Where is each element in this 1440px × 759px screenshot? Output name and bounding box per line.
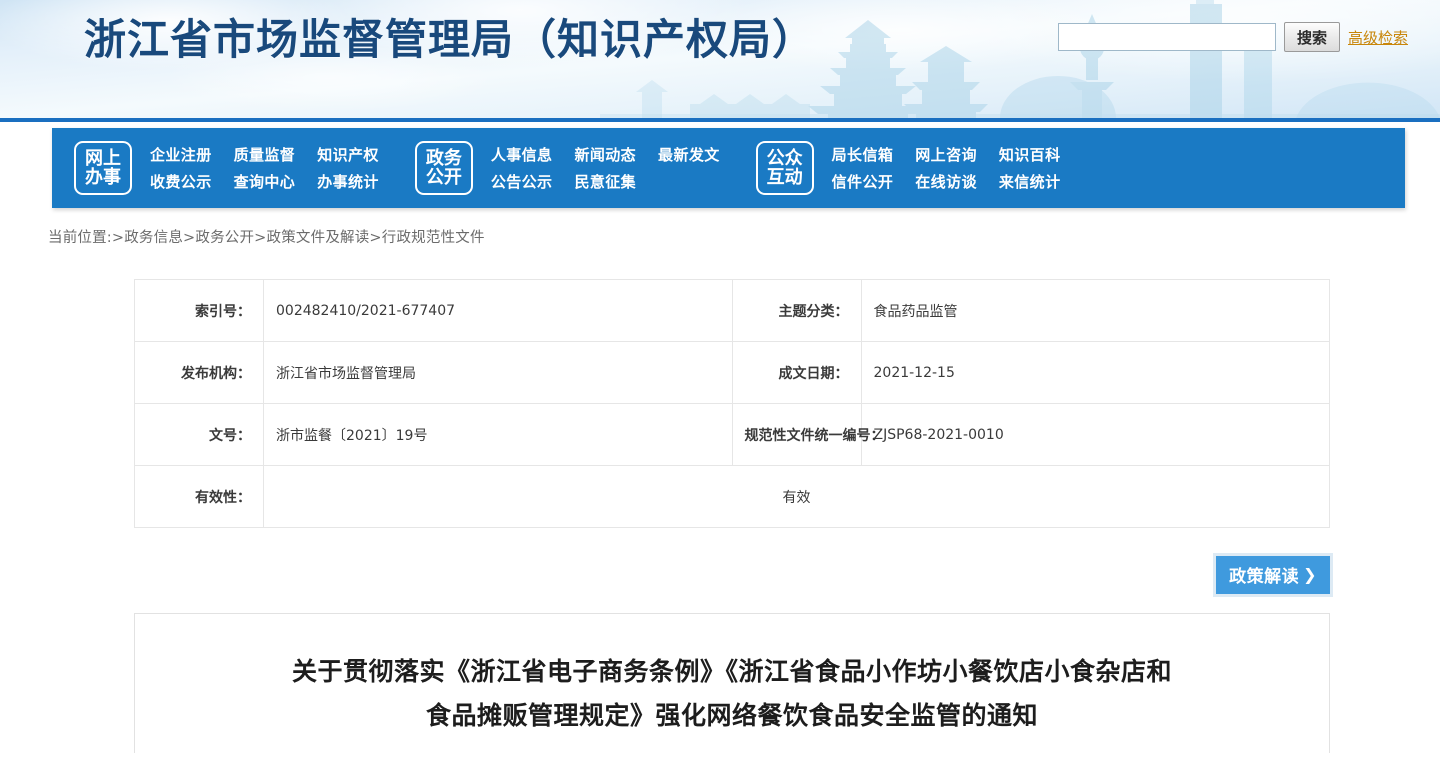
nav-item-director-mailbox[interactable]: 局长信箱 — [832, 144, 894, 165]
page-title: 浙江省市场监督管理局（知识产权局） — [84, 15, 816, 64]
nav-links-online-services: 企业注册 收费公示 质量监督 查询中心 知识产权 办事统计 — [150, 144, 379, 192]
site-banner: 浙江省市场监督管理局（知识产权局） 搜索 高级检索 — [0, 0, 1440, 122]
article-container: 关于贯彻落实《浙江省电子商务条例》《浙江省食品小作坊小餐饮店小食杂店和 食品摊贩… — [134, 613, 1330, 753]
nav-item-query-center[interactable]: 查询中心 — [234, 171, 296, 192]
search-button[interactable]: 搜索 — [1283, 22, 1340, 52]
advanced-search-link[interactable]: 高级检索 — [1348, 27, 1408, 48]
nav-links-public-interaction: 局长信箱 信件公开 网上咨询 在线访谈 知识百科 来信统计 — [832, 144, 1061, 192]
nav-badge-line2: 办事 — [85, 167, 121, 188]
nav-badge-government-affairs[interactable]: 政务 公开 — [414, 141, 473, 195]
table-row: 文号： 浙市监餐〔2021〕19号 规范性文件统一编号： ZJSP68-2021… — [134, 403, 1330, 466]
chevron-right-icon: ❯ — [1303, 565, 1317, 584]
nav-item-personnel-info[interactable]: 人事信息 — [491, 144, 553, 165]
document-metadata-table: 索引号： 002482410/2021-677407 主题分类： 食品药品监管 … — [134, 279, 1330, 528]
table-row: 发布机构： 浙江省市场监督管理局 成文日期： 2021-12-15 — [134, 341, 1330, 404]
main-navigation-wrapper: 网上 办事 企业注册 收费公示 质量监督 查询中心 知识产权 办事统计 政务 公… — [0, 122, 1440, 218]
nav-badge-line1: 网上 — [85, 147, 121, 169]
meta-value-issuing-agency: 浙江省市场监督管理局 — [263, 341, 733, 404]
nav-item-intellectual-property[interactable]: 知识产权 — [317, 144, 379, 165]
nav-badge-line2: 公开 — [425, 167, 462, 188]
nav-item-online-consultation[interactable]: 网上咨询 — [915, 144, 977, 165]
article-title-line-2: 食品摊贩管理规定》强化网络餐饮食品安全监管的通知 — [425, 700, 1038, 730]
meta-value-index-number: 002482410/2021-677407 — [263, 279, 733, 342]
nav-column: 知识产权 办事统计 — [317, 144, 379, 192]
nav-badge-online-services[interactable]: 网上 办事 — [74, 141, 132, 195]
nav-item-service-statistics[interactable]: 办事统计 — [317, 171, 379, 192]
meta-value-topic-category: 食品药品监管 — [860, 279, 1330, 342]
meta-label-index-number: 索引号： — [134, 279, 264, 342]
nav-item-knowledge-encyclopedia[interactable]: 知识百科 — [999, 144, 1061, 165]
nav-badge-public-interaction[interactable]: 公众 互动 — [755, 141, 814, 195]
nav-item-news[interactable]: 新闻动态 — [574, 144, 636, 165]
main-navigation: 网上 办事 企业注册 收费公示 质量监督 查询中心 知识产权 办事统计 政务 公… — [52, 128, 1405, 208]
table-row: 有效性： 有效 — [134, 465, 1330, 528]
nav-badge-line1: 政务 — [425, 147, 462, 169]
nav-badge-line1: 公众 — [766, 147, 803, 169]
nav-item-quality-supervision[interactable]: 质量监督 — [234, 144, 296, 165]
nav-column: 最新发文 — [658, 144, 720, 192]
nav-column: 质量监督 查询中心 — [234, 144, 296, 192]
article-title-line-1: 关于贯彻落实《浙江省电子商务条例》《浙江省食品小作坊小餐饮店小食杂店和 — [291, 657, 1172, 686]
nav-item-letter-statistics[interactable]: 来信统计 — [999, 171, 1061, 192]
meta-label-topic-category: 主题分类： — [731, 279, 862, 342]
meta-value-validity: 有效 — [263, 465, 1330, 528]
search-area: 搜索 高级检索 — [1057, 22, 1408, 52]
table-row: 索引号： 002482410/2021-677407 主题分类： 食品药品监管 — [134, 279, 1330, 342]
nav-group-public-interaction: 公众 互动 局长信箱 信件公开 网上咨询 在线访谈 知识百科 来信统计 — [734, 128, 1075, 208]
nav-column: 网上咨询 在线访谈 — [915, 144, 977, 192]
policy-interpretation-label: 政策解读 — [1229, 567, 1300, 587]
meta-label-issue-date: 成文日期： — [731, 341, 862, 404]
nav-column: 人事信息 公告公示 — [491, 144, 553, 192]
nav-item-latest-documents[interactable]: 最新发文 — [658, 144, 720, 165]
nav-column: 知识百科 来信统计 — [999, 144, 1061, 192]
nav-group-government-affairs: 政务 公开 人事信息 公告公示 新闻动态 民意征集 最新发文 — [393, 128, 734, 208]
nav-item-fee-disclosure[interactable]: 收费公示 — [150, 171, 212, 192]
search-input[interactable] — [1057, 23, 1276, 51]
nav-item-public-opinion[interactable]: 民意征集 — [574, 171, 636, 192]
nav-column: 企业注册 收费公示 — [150, 144, 212, 192]
policy-actions: 政策解读 ❯ — [134, 556, 1330, 594]
meta-label-unified-number: 规范性文件统一编号： — [731, 403, 885, 466]
meta-value-document-number: 浙市监餐〔2021〕19号 — [263, 403, 733, 466]
meta-value-issue-date: 2021-12-15 — [860, 341, 1330, 404]
breadcrumb[interactable]: 当前位置:>政务信息>政务公开>政策文件及解读>行政规范性文件 — [48, 226, 1440, 247]
meta-label-issuing-agency: 发布机构： — [134, 341, 264, 404]
nav-group-online-services: 网上 办事 企业注册 收费公示 质量监督 查询中心 知识产权 办事统计 — [52, 128, 393, 208]
nav-item-announcements[interactable]: 公告公示 — [491, 171, 553, 192]
nav-item-online-interview[interactable]: 在线访谈 — [915, 171, 977, 192]
meta-label-document-number: 文号： — [134, 403, 264, 466]
meta-label-validity: 有效性： — [134, 465, 264, 528]
nav-column: 新闻动态 民意征集 — [574, 144, 636, 192]
nav-links-government-affairs: 人事信息 公告公示 新闻动态 民意征集 最新发文 — [491, 144, 720, 192]
nav-column: 局长信箱 信件公开 — [832, 144, 894, 192]
meta-value-unified-number: ZJSP68-2021-0010 — [860, 403, 1330, 466]
policy-interpretation-button[interactable]: 政策解读 ❯ — [1216, 556, 1330, 594]
nav-badge-line2: 互动 — [766, 167, 803, 188]
article-title: 关于贯彻落实《浙江省电子商务条例》《浙江省食品小作坊小餐饮店小食杂店和 食品摊贩… — [175, 650, 1289, 738]
nav-item-enterprise-registration[interactable]: 企业注册 — [150, 144, 212, 165]
nav-item-letter-disclosure[interactable]: 信件公开 — [832, 171, 894, 192]
